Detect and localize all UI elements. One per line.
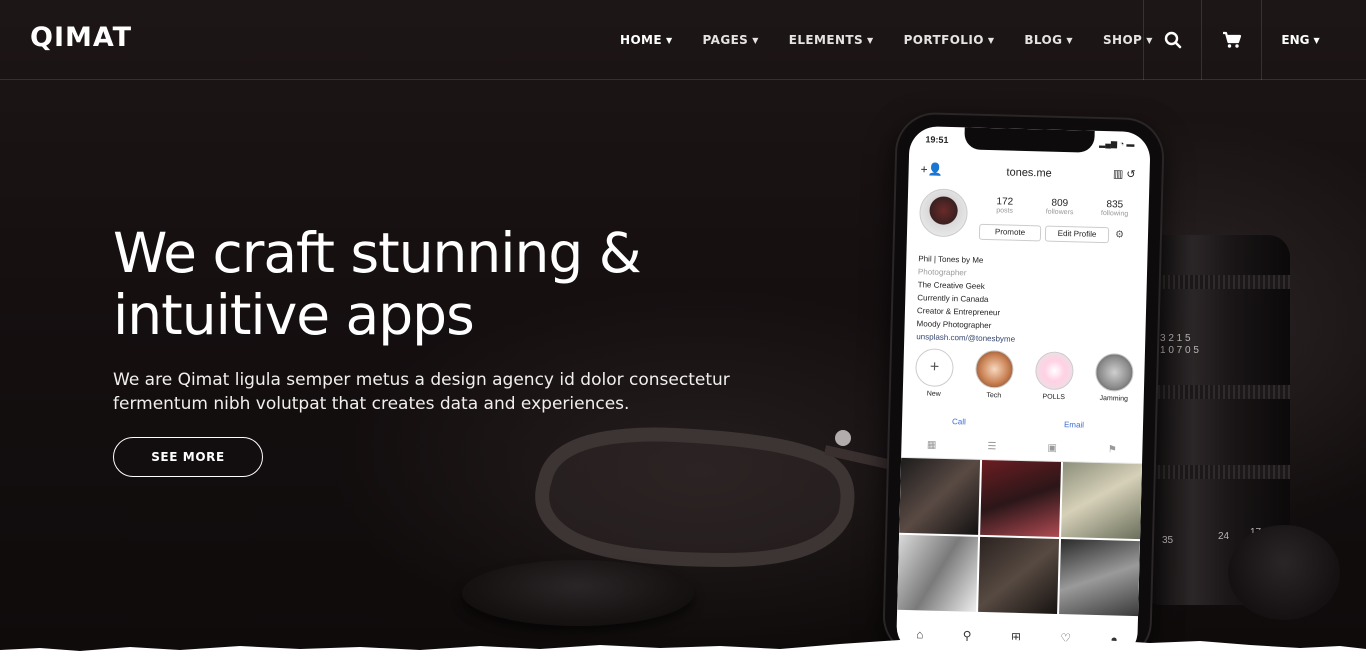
chevron-down-icon: ▼	[867, 35, 874, 45]
headline-line: intuitive apps	[113, 283, 475, 347]
lens-cap-image	[462, 560, 694, 626]
chevron-down-icon: ▼	[1313, 35, 1320, 45]
stat-following: 835 following	[1089, 199, 1139, 218]
chevron-down-icon: ▼	[987, 35, 995, 45]
signal-icon: ▂▄▆ ◔ ▬	[1099, 138, 1135, 149]
torn-edge-divider	[0, 639, 1366, 657]
lens-cap-image	[1228, 525, 1340, 620]
hero-headline: We craft stunning & intuitive apps	[113, 222, 753, 346]
search-button[interactable]	[1143, 0, 1201, 80]
lens-scale-text: 1 0 7 0 5	[1160, 345, 1199, 356]
photo-tile	[980, 459, 1062, 537]
promote-button: Promote	[978, 223, 1042, 242]
call-link: Call	[951, 417, 966, 427]
highlight-label: New	[926, 390, 941, 398]
chevron-down-icon: ▼	[752, 35, 759, 45]
lens-ring	[1140, 385, 1290, 399]
bookmark-icon: ⚑	[1107, 444, 1117, 456]
glasses-image	[535, 427, 915, 568]
stat-label: following	[1100, 209, 1129, 218]
photo-tile	[1059, 539, 1141, 617]
stat-label: posts	[996, 207, 1014, 215]
main-nav: HOME ▼ PAGES ▼ ELEMENTS ▼ PORTFOLIO ▼ BL…	[620, 0, 1183, 80]
nav-item-label: PAGES	[702, 33, 749, 47]
story-highlights: + New Tech POLLS Jamming	[911, 348, 1138, 403]
highlight-thumbnail	[974, 349, 1014, 389]
nav-item-label: BLOG	[1024, 33, 1063, 47]
cart-icon	[1222, 31, 1241, 48]
tagged-icon: ▣	[1047, 442, 1058, 454]
list-icon: ☰	[987, 441, 997, 453]
highlight-new: + New	[911, 348, 958, 398]
phone-time: 19:51	[925, 134, 949, 145]
edit-profile-button: Edit Profile	[1044, 225, 1110, 244]
site-header: QIMAT HOME ▼ PAGES ▼ ELEMENTS ▼ PORTFOLI…	[0, 0, 1366, 80]
profile-bio: Phil | Tones by Me Photographer The Crea…	[916, 252, 1138, 349]
subtext-line: We are Qimat ligula semper metus a desig…	[113, 370, 730, 390]
headline-line: We craft stunning &	[113, 221, 642, 285]
phone-mockup-image: 19:51 ▂▄▆ ◔ ▬ +👤 tones.me ▥ ↺ 172 posts …	[883, 113, 1164, 657]
plus-icon: +	[914, 348, 954, 388]
lens-ring	[1140, 465, 1290, 479]
lens-scale-text: 24	[1218, 531, 1230, 542]
stat-label: followers	[1045, 208, 1074, 217]
profile-stats: 172 posts 809 followers 835 following	[980, 196, 1140, 218]
language-label: ENG	[1281, 33, 1310, 47]
search-icon	[1164, 31, 1181, 49]
cart-button[interactable]	[1201, 0, 1261, 80]
photo-grid	[897, 457, 1143, 617]
history-icon: ▥ ↺	[1112, 168, 1136, 181]
language-selector[interactable]: ENG ▼	[1261, 0, 1339, 80]
nav-item-label: SHOP	[1102, 33, 1143, 47]
chevron-down-icon: ▼	[665, 35, 673, 45]
highlight-label: Jamming	[1099, 394, 1129, 403]
lens-ring	[1140, 275, 1290, 289]
highlight-tech: Tech	[971, 349, 1018, 400]
hero-subtext: We are Qimat ligula semper metus a desig…	[113, 368, 733, 416]
highlight-thumbnail	[1094, 352, 1134, 392]
chevron-down-icon: ▼	[1066, 35, 1073, 45]
photo-tile	[897, 534, 979, 612]
highlight-thumbnail	[1034, 351, 1074, 391]
photo-tile	[1061, 462, 1143, 540]
nav-item-portfolio[interactable]: PORTFOLIO ▼	[904, 33, 995, 47]
lens-scale-text: 35	[1162, 535, 1174, 546]
gear-icon: ⚙	[1114, 229, 1125, 241]
stat-posts: 172 posts	[980, 196, 1030, 215]
nav-item-label: ELEMENTS	[788, 33, 864, 47]
highlight-jamming: Jamming	[1091, 352, 1138, 403]
highlight-label: Tech	[986, 392, 1002, 400]
nav-item-label: PORTFOLIO	[903, 33, 984, 47]
lens-scale-text: 3 2 1 5	[1160, 333, 1191, 344]
logo[interactable]: QIMAT	[30, 22, 132, 53]
email-link: Email	[1063, 420, 1085, 430]
avatar	[918, 188, 969, 238]
nav-item-home[interactable]: HOME ▼	[620, 33, 673, 47]
nav-item-elements[interactable]: ELEMENTS ▼	[789, 33, 874, 47]
see-more-button[interactable]: SEE MORE	[113, 437, 263, 477]
hero-section: 3 2 1 5 1 0 7 0 5 35 24 17 QIMAT HOME ▼ …	[0, 0, 1366, 657]
subtext-line: fermentum nibh volutpat that creates dat…	[113, 394, 630, 414]
highlight-label: POLLS	[1042, 393, 1066, 402]
nav-item-blog[interactable]: BLOG ▼	[1024, 33, 1073, 47]
photo-tile	[978, 536, 1060, 614]
phone-notch	[964, 127, 1095, 153]
stat-followers: 809 followers	[1035, 197, 1085, 217]
photo-tile	[899, 457, 981, 535]
phone-screen: 19:51 ▂▄▆ ◔ ▬ +👤 tones.me ▥ ↺ 172 posts …	[895, 125, 1151, 657]
nav-item-pages[interactable]: PAGES ▼	[703, 33, 759, 47]
highlight-polls: POLLS	[1031, 351, 1078, 401]
nav-item-label: HOME	[620, 33, 662, 47]
grid-icon: ▦	[926, 439, 937, 451]
